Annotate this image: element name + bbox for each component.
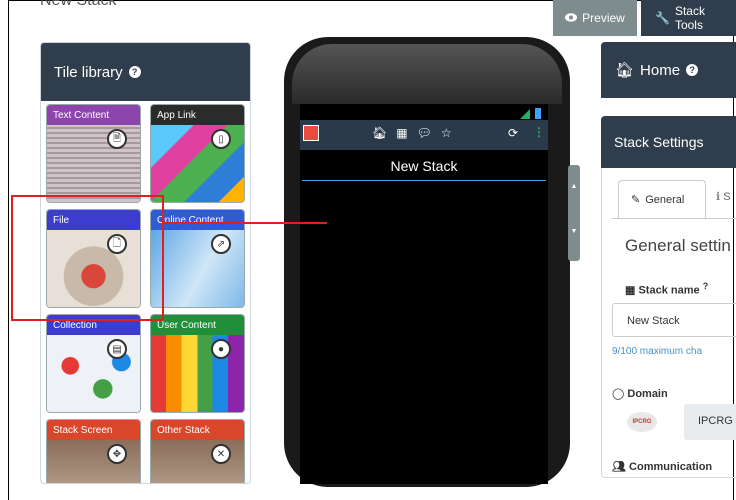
domain-select[interactable]: IPCRG: [684, 404, 736, 440]
move-icon: ✥: [107, 444, 127, 464]
tile-image: [47, 440, 140, 483]
page-title: New Stack: [40, 0, 117, 9]
tile-library-title: Tile library: [54, 63, 123, 81]
stack-settings-header: Stack Settings: [601, 116, 736, 168]
tile-user-content[interactable]: User Content ●: [150, 314, 245, 413]
tile-label: Online Content: [151, 210, 244, 230]
tile-other-stack[interactable]: Other Stack ✕: [150, 419, 245, 483]
stack-tools-tab-label: Stack Tools: [674, 4, 705, 32]
help-icon[interactable]: ?: [128, 66, 141, 78]
stack-name-label: Stack name: [638, 284, 700, 297]
tab-second-label: S: [723, 191, 731, 203]
stack-tools-tab[interactable]: 🔧 Stack Tools: [641, 0, 736, 36]
arrow-up-icon[interactable]: ▲: [568, 183, 580, 190]
tile-label: Stack Screen: [47, 420, 140, 440]
stack-name-label-row: ▦ Stack name ?: [625, 281, 708, 297]
chat-icon[interactable]: 💬︎: [417, 126, 432, 140]
grid-icon[interactable]: ▦: [396, 126, 407, 140]
title-underline: [302, 180, 546, 181]
toolbar-icons: 🏠︎ ▦ 💬︎ ☆: [372, 126, 452, 140]
tile-text-content[interactable]: Text Content 🗎: [46, 104, 141, 203]
file-text-icon: 🗎: [107, 129, 127, 149]
tile-label: Other Stack: [151, 420, 244, 440]
preview-tab[interactable]: Preview: [553, 0, 637, 36]
communication-label: Communication: [629, 461, 713, 473]
highlight-box: [11, 195, 164, 321]
tile-label: App Link: [151, 105, 244, 125]
user-icon: ●: [211, 339, 231, 359]
stack-settings-title: Stack Settings: [614, 134, 704, 150]
shuffle-icon: ✕: [211, 444, 231, 464]
tile-image: [151, 440, 244, 483]
tile-library-header: Tile library ?: [41, 43, 250, 101]
refresh-icon[interactable]: ⟳: [508, 126, 518, 140]
app-title: New Stack: [390, 158, 458, 174]
grid-icon: ▦: [625, 284, 636, 297]
tile-label: Text Content: [47, 105, 140, 125]
tabs-divider: [612, 218, 736, 219]
domain-logo: IPCRG: [627, 412, 657, 432]
mobile-icon: ▯: [211, 129, 231, 149]
home-panel-header: 🏠︎ Home ?: [601, 42, 736, 98]
wrench-icon: 🔧: [655, 11, 670, 25]
home-icon[interactable]: 🏠︎: [372, 126, 387, 140]
help-icon[interactable]: ?: [686, 64, 699, 76]
preview-scroll-control[interactable]: ▲ ▼: [568, 165, 580, 261]
circle-icon: ◯: [612, 388, 625, 400]
home-icon: 🏠︎: [615, 62, 635, 79]
eye-icon: [565, 11, 578, 25]
tile-collection[interactable]: Collection ▤: [46, 314, 141, 413]
stack-name-hint: 9/100 maximum cha: [612, 346, 703, 357]
tab-second[interactable]: ℹ S: [716, 190, 731, 203]
tab-general-label: General: [645, 193, 685, 206]
domain-label-row: ◯ Domain: [612, 387, 668, 400]
stack-name-field[interactable]: New Stack: [612, 303, 736, 337]
highlight-connector: [164, 222, 327, 224]
tile-app-link[interactable]: App Link ▯: [150, 104, 245, 203]
star-icon[interactable]: ☆: [441, 126, 452, 140]
communication-label-row: 👥︎ Communication: [612, 460, 712, 473]
users-icon: 👥︎: [612, 461, 626, 473]
more-icon[interactable]: ⋮: [533, 125, 545, 139]
preview-tab-label: Preview: [582, 11, 625, 25]
general-settings-title: General settin: [625, 236, 731, 255]
list-icon: ▤: [107, 339, 127, 359]
info-icon: ℹ: [716, 191, 721, 203]
tile-stack-screen[interactable]: Stack Screen ✥: [46, 419, 141, 483]
edit-icon: ✎: [631, 194, 641, 206]
tile-label: User Content: [151, 315, 244, 335]
tab-general[interactable]: ✎ General: [618, 180, 706, 218]
domain-label: Domain: [627, 388, 668, 400]
home-title: Home: [640, 61, 681, 79]
arrow-down-icon[interactable]: ▼: [568, 228, 580, 235]
phone-top-bezel: [292, 44, 562, 104]
help-icon[interactable]: ?: [703, 281, 709, 291]
external-link-icon: ⇗: [211, 234, 231, 254]
app-logo: [303, 125, 319, 141]
